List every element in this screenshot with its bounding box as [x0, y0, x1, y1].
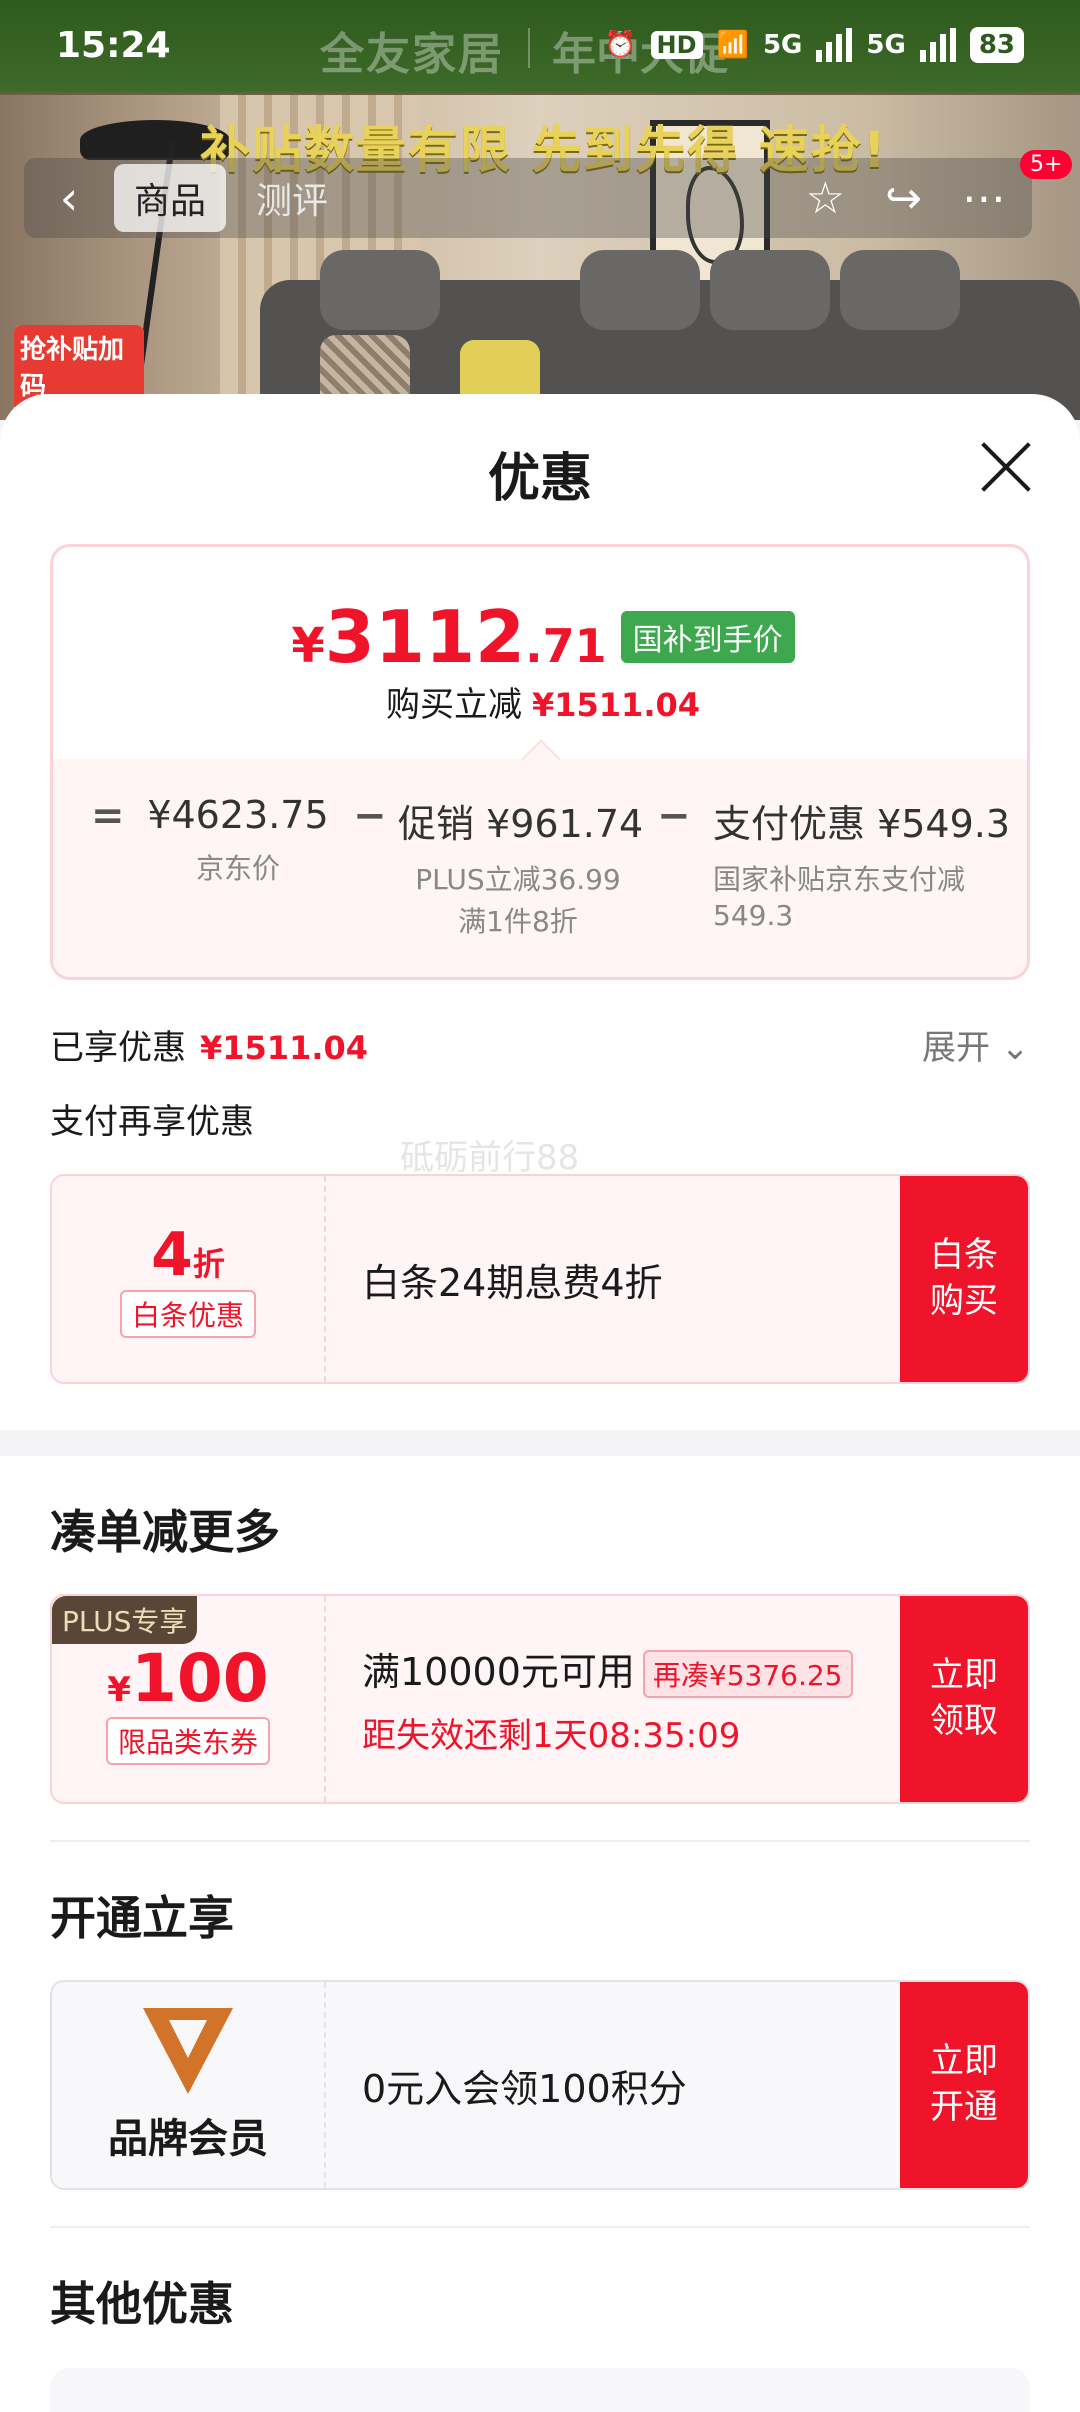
back-icon[interactable]: ‹ [24, 171, 114, 225]
payment-discount-label: 国家补贴京东支付减 [713, 863, 966, 896]
tab-review[interactable]: 测评 [236, 164, 348, 232]
network-5g-label: 5G [762, 30, 803, 60]
baitiao-discount: 4折 [52, 1220, 324, 1290]
plus-exclusive-badge: PLUS专享 [52, 1596, 198, 1644]
brand-member-card: 品牌会员 0元入会领100积分 立即开通 [50, 1980, 1030, 2190]
brand-logo-icon [143, 2008, 233, 2094]
enjoyed-discount-value: ¥1511.04 [200, 1029, 369, 1067]
other-discount-card [50, 2368, 1030, 2412]
section-title-combine: 凑单减更多 [50, 1505, 280, 1559]
coupon-add-more-badge: 再凑¥5376.25 [642, 1650, 853, 1699]
final-price-integer: 3112 [324, 595, 526, 679]
wifi-icon: 📶 [716, 30, 749, 60]
breakdown-promotion: 促销 ¥961.74 PLUS立减36.99 满1件8折 [398, 793, 644, 941]
coupon-middle: 满10000元可用 再凑¥5376.25 距失效还剩1天08:35:09 [362, 1596, 853, 1802]
chevron-down-icon: ⌄ [1000, 1028, 1030, 1068]
section-title-open: 开通立享 [50, 1891, 234, 1945]
coupon-condition: 满10000元可用 再凑¥5376.25 [362, 1641, 853, 1699]
section-divider [0, 1430, 1080, 1456]
breakdown-payment: 支付优惠 ¥549.3 国家补贴京东支付减 549.3 [713, 793, 1013, 935]
watermark: 砥砺前行88 [400, 1138, 580, 1178]
baitiao-buy-button[interactable]: 白条购买 [900, 1176, 1028, 1382]
sheet-title: 优惠 [487, 449, 592, 509]
nav-actions: ☆ ↪ ⋯ [806, 173, 1032, 224]
purchase-discount-label: 购买立减 [385, 685, 522, 725]
alarm-icon: ⏰ [604, 30, 637, 60]
breakdown-jd-price: ¥4623.75 京东价 [143, 793, 333, 887]
signal-icon [816, 28, 853, 62]
member-left: 品牌会员 [52, 1982, 326, 2188]
full-discount-label: 满1件8折 [458, 905, 578, 939]
favorite-star-icon[interactable]: ☆ [806, 173, 845, 224]
subsidy-price-badge: 国补到手价 [620, 611, 795, 663]
expand-label: 展开 [922, 1028, 990, 1068]
breakdown-row: = ¥4623.75 京东价 − 促销 ¥961.74 PLUS立减36.99 … [53, 779, 1027, 977]
section-title-other: 其他优惠 [50, 2277, 234, 2331]
jd-price-label: 京东价 [195, 852, 280, 885]
open-membership-button[interactable]: 立即开通 [900, 1982, 1028, 2188]
plus-discount-label: PLUS立减36.99 [415, 863, 621, 896]
share-icon[interactable]: ↪ [885, 173, 922, 224]
tab-product[interactable]: 商品 [114, 164, 227, 232]
minus-operator-2: − [657, 793, 691, 839]
enjoyed-discount-label: 已享优惠 [50, 1028, 186, 1068]
coupon-currency: ¥ [107, 1670, 131, 1710]
member-name: 品牌会员 [108, 2116, 268, 2162]
signal-icon-2 [919, 28, 956, 62]
coupon-amount: ¥100 [52, 1640, 324, 1717]
payment-discount-value: 支付优惠 ¥549.3 [713, 802, 1011, 846]
plus-coupon-card: PLUS专享 ¥100 限品类东券 满10000元可用 再凑¥5376.25 距失… [50, 1594, 1030, 1804]
coupon-condition-text: 满10000元可用 [362, 1649, 635, 1694]
enjoyed-discount: 已享优惠 ¥1511.04 [50, 1020, 368, 1069]
minus-operator: − [353, 793, 387, 839]
baitiao-left: 4折 白条优惠 [52, 1176, 326, 1382]
baitiao-tag: 白条优惠 [119, 1290, 256, 1338]
status-bar: 15:24 ⏰ HD 📶 5G 5G 83 [0, 0, 1080, 90]
coupon-amount-value: 100 [130, 1640, 269, 1717]
claim-coupon-button[interactable]: 立即领取 [900, 1596, 1028, 1802]
member-middle: 0元入会领100积分 [362, 1982, 687, 2188]
thin-divider [50, 1840, 1030, 1842]
discount-sheet: 优惠 ¥ 3112 .71 国补到手价 购买立减 ¥1511.04 = ¥4623… [0, 394, 1080, 2412]
coupon-category-tag: 限品类东券 [105, 1717, 270, 1765]
final-price: ¥ 3112 .71 国补到手价 [53, 595, 1027, 679]
status-icons: ⏰ HD 📶 5G 5G 83 [604, 27, 1024, 63]
coupon-countdown: 距失效还剩1天08:35:09 [362, 1716, 741, 1757]
promotion-value: 促销 ¥961.74 [398, 802, 644, 846]
baitiao-discount-number: 4 [151, 1220, 193, 1290]
hd-icon: HD [650, 31, 703, 59]
pay-more-discount: 支付再享优惠 [50, 1102, 254, 1142]
thin-divider-2 [50, 2226, 1030, 2228]
close-icon[interactable] [978, 438, 1034, 494]
final-price-area: ¥ 3112 .71 国补到手价 购买立减 ¥1511.04 [53, 547, 1027, 759]
jd-price-value: ¥4623.75 [147, 793, 329, 837]
purchase-discount: 购买立减 ¥1511.04 [53, 677, 1027, 726]
baitiao-discount-unit: 折 [192, 1245, 225, 1283]
status-time: 15:24 [56, 24, 171, 66]
payment-discount-amount: 549.3 [713, 899, 794, 933]
price-summary-card: ¥ 3112 .71 国补到手价 购买立减 ¥1511.04 = ¥4623.75… [50, 544, 1030, 980]
battery-icon: 83 [969, 27, 1024, 63]
network-5g-label-2: 5G [866, 30, 906, 60]
member-description: 0元入会领100积分 [362, 2066, 687, 2111]
coupon-left: PLUS专享 ¥100 限品类东券 [52, 1596, 326, 1802]
final-price-decimal: .71 [525, 619, 607, 673]
product-nav-bar: ‹ 商品 测评 ☆ ↪ ⋯ [24, 158, 1032, 238]
baitiao-discount-card: 4折 白条优惠 白条24期息费4折 白条购买 [50, 1174, 1030, 1384]
more-icon[interactable]: ⋯ [962, 173, 1006, 224]
equals-operator: = [91, 793, 125, 839]
expand-button[interactable]: 展开 ⌄ [922, 1020, 1029, 1069]
baitiao-description: 白条24期息费4折 [362, 1260, 663, 1305]
purchase-discount-value: ¥1511.04 [531, 686, 700, 724]
baitiao-middle: 白条24期息费4折 [362, 1176, 663, 1382]
final-price-currency: ¥ [291, 618, 325, 674]
message-badge: 5+ [1020, 150, 1073, 179]
price-breakdown: = ¥4623.75 京东价 − 促销 ¥961.74 PLUS立减36.99 … [53, 759, 1027, 977]
